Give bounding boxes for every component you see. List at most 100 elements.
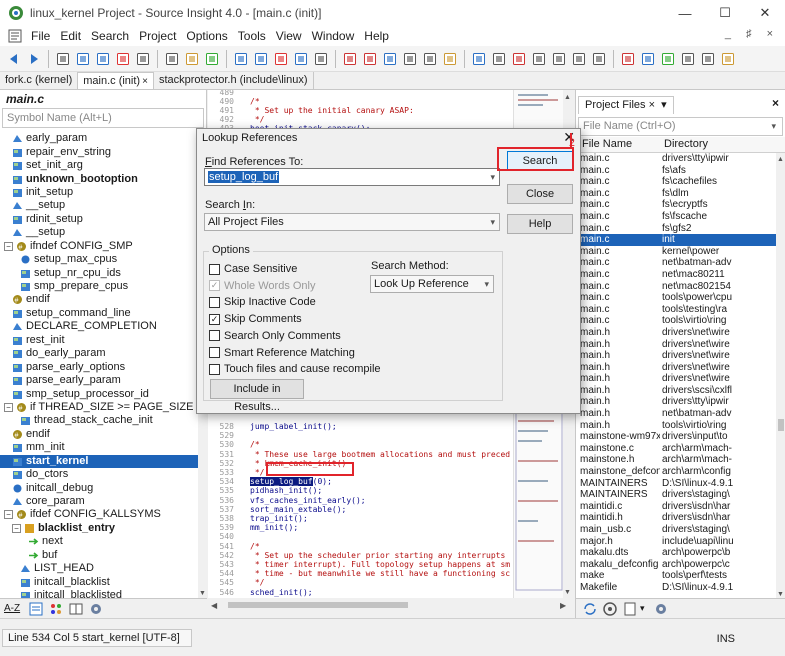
- symbol-item[interactable]: setup_nr_cpu_ids: [0, 266, 198, 279]
- symbol-item[interactable]: initcall_blacklisted: [0, 589, 198, 598]
- file-row[interactable]: main.c tools\virtio\ring: [576, 315, 776, 327]
- option-checkbox[interactable]: Touch files and cause recompile: [209, 363, 381, 375]
- menu-file[interactable]: File: [26, 29, 55, 43]
- symbol-item[interactable]: init_setup: [0, 186, 198, 199]
- option-checkbox[interactable]: Case Sensitive: [209, 263, 297, 275]
- chevron-down-icon[interactable]: ▾: [771, 118, 776, 135]
- menu-help[interactable]: Help: [359, 29, 394, 43]
- replace-icon[interactable]: [313, 51, 329, 67]
- symbol-item[interactable]: parse_early_options: [0, 360, 198, 373]
- collapse-toggle[interactable]: −: [4, 241, 13, 251]
- symbol-item[interactable]: buf: [0, 549, 198, 562]
- jump-icon[interactable]: [362, 51, 378, 67]
- symbol-item[interactable]: repair_env_string: [0, 145, 198, 158]
- save-all-icon[interactable]: [115, 51, 131, 67]
- chevron-down-icon[interactable]: ▾: [490, 169, 495, 185]
- symbol-item[interactable]: # endif: [0, 293, 198, 306]
- symbol-icon[interactable]: [382, 51, 398, 67]
- symbol-item[interactable]: start_kernel: [0, 454, 198, 468]
- file-row[interactable]: main.h drivers\net\wire: [576, 350, 776, 362]
- menu-edit[interactable]: Edit: [55, 29, 86, 43]
- symbol-item[interactable]: LIST_HEAD: [0, 562, 198, 575]
- collapse-toggle[interactable]: −: [4, 402, 13, 412]
- file-row[interactable]: makalu_defconfig arch\powerpc\c: [576, 559, 776, 571]
- file-row[interactable]: main.h drivers\tty\ipwir: [576, 396, 776, 408]
- close-dialog-button[interactable]: Close: [507, 184, 573, 204]
- close-icon[interactable]: ×: [142, 76, 148, 87]
- file-row[interactable]: maintidi.c drivers\isdn\har: [576, 501, 776, 513]
- run-icon[interactable]: [660, 51, 676, 67]
- panel4-icon[interactable]: [591, 51, 607, 67]
- undo-icon[interactable]: [233, 51, 249, 67]
- file-view-icon[interactable]: [622, 601, 638, 617]
- file-row[interactable]: main_usb.c drivers\staging\: [576, 524, 776, 536]
- file-row[interactable]: main.c init: [576, 234, 776, 246]
- file-row[interactable]: mainstone.c arch\arm\mach-: [576, 443, 776, 455]
- columns-icon[interactable]: [68, 601, 84, 617]
- checkbox-box[interactable]: [209, 263, 220, 275]
- file-row[interactable]: main.c fs\cachefiles: [576, 176, 776, 188]
- bookmark-icon[interactable]: [342, 51, 358, 67]
- file-row[interactable]: main.c fs\ecryptfs: [576, 199, 776, 211]
- copy-icon[interactable]: [184, 51, 200, 67]
- symbol-item[interactable]: − # ifndef CONFIG_SMP: [0, 240, 198, 253]
- close-window-button[interactable]: ✕: [745, 0, 785, 26]
- mdi-controls[interactable]: _ ♯ ×: [725, 28, 779, 40]
- settings-gear-icon[interactable]: [88, 601, 104, 617]
- symbol-item[interactable]: mm_init: [0, 441, 198, 454]
- checkbox-box[interactable]: ✓: [209, 313, 220, 325]
- window-icon[interactable]: [471, 51, 487, 67]
- save-icon[interactable]: [95, 51, 111, 67]
- file-row[interactable]: main.c fs\gfs2: [576, 223, 776, 235]
- file-row[interactable]: main.h drivers\net\wire: [576, 373, 776, 385]
- minimize-button[interactable]: —: [665, 0, 705, 26]
- file-tab[interactable]: fork.c (kernel): [0, 72, 79, 89]
- find-next-icon[interactable]: [293, 51, 309, 67]
- file-row[interactable]: main.h tools\virtio\ring: [576, 420, 776, 432]
- panel3-icon[interactable]: [571, 51, 587, 67]
- sync-files-icon[interactable]: [582, 601, 598, 617]
- file-tab[interactable]: stackprotector.h (include\linux): [154, 72, 314, 89]
- symbol-item[interactable]: # endif: [0, 428, 198, 441]
- symbol-item[interactable]: − # ifdef CONFIG_KALLSYMS: [0, 508, 198, 521]
- browse-icon[interactable]: [602, 601, 618, 617]
- reference-icon[interactable]: [442, 51, 458, 67]
- file-name-search-input[interactable]: File Name (Ctrl+O) ▾: [578, 117, 783, 136]
- file-row[interactable]: main.h drivers\net\wire: [576, 339, 776, 351]
- help-button[interactable]: Help: [507, 214, 573, 234]
- symbol-item[interactable]: − # if THREAD_SIZE >= PAGE_SIZE: [0, 401, 198, 414]
- editor-horizontal-scrollbar[interactable]: ◀ ▶: [208, 598, 573, 612]
- symbol-item[interactable]: setup_max_cpus: [0, 253, 198, 266]
- file-row[interactable]: main.h drivers\scsi\cxlfl: [576, 385, 776, 397]
- relation-icon[interactable]: [422, 51, 438, 67]
- include-in-results-button[interactable]: Include in Results...: [210, 379, 304, 413]
- file-row[interactable]: maintidi.h drivers\isdn\har: [576, 512, 776, 524]
- symbol-item[interactable]: next: [0, 535, 198, 548]
- search-method-select[interactable]: Look Up Reference ▾: [370, 275, 494, 293]
- file-row[interactable]: main.c net\mac802154: [576, 281, 776, 293]
- option-checkbox[interactable]: ✓ Skip Comments: [209, 313, 302, 325]
- file-row[interactable]: MAINTAINERS D:\SI\linux-4.9.1: [576, 478, 776, 490]
- project-files-tab[interactable]: Project Files × ▾: [578, 96, 674, 114]
- document-system-icon[interactable]: [8, 29, 22, 43]
- panel-icon[interactable]: [531, 51, 547, 67]
- option-checkbox[interactable]: Smart Reference Matching: [209, 347, 355, 359]
- checkbox-box[interactable]: [209, 296, 220, 308]
- file-row[interactable]: main.c fs\afs: [576, 165, 776, 177]
- symbol-item[interactable]: setup_command_line: [0, 307, 198, 320]
- open-icon[interactable]: [75, 51, 91, 67]
- menu-window[interactable]: Window: [307, 29, 360, 43]
- chevron-down-icon[interactable]: ▾: [484, 276, 489, 292]
- file-row[interactable]: Makefile D:\SI\linux-4.9.1: [576, 582, 776, 594]
- symbol-item[interactable]: smp_setup_processor_id: [0, 387, 198, 400]
- menu-search[interactable]: Search: [86, 29, 134, 43]
- file-row[interactable]: main.c drivers\tty\ipwir: [576, 153, 776, 165]
- project-files-panel-close[interactable]: ×: [772, 96, 779, 110]
- sort-alpha-button[interactable]: A-Z: [4, 603, 20, 614]
- find-icon[interactable]: [273, 51, 289, 67]
- file-row[interactable]: makalu.dts arch\powerpc\b: [576, 547, 776, 559]
- symbol-item[interactable]: rest_init: [0, 334, 198, 347]
- symbol-item[interactable]: __setup: [0, 226, 198, 239]
- chevron-down-icon[interactable]: ▾: [640, 603, 645, 614]
- symbol-item[interactable]: DECLARE_COMPLETION: [0, 320, 198, 333]
